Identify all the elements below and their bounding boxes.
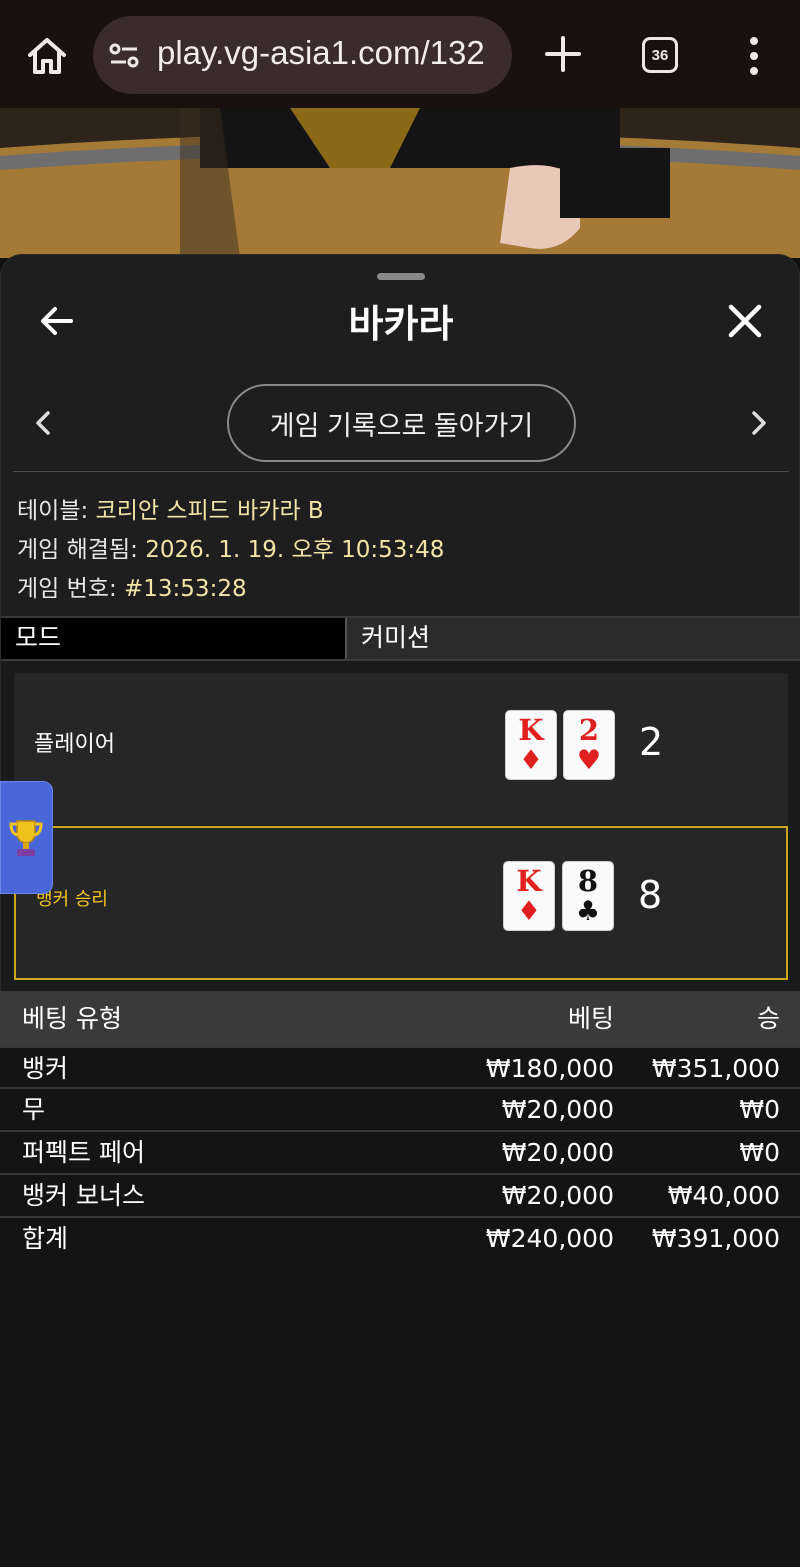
trophy-side-tab[interactable] bbox=[0, 781, 53, 894]
bet-amount-cell: ₩20,000 bbox=[501, 1181, 614, 1210]
win-amount-cell: ₩40,000 bbox=[667, 1181, 780, 1210]
card-rank: 8 bbox=[577, 864, 599, 898]
hands-area: 플레이어 K ♦ 2 ♥ 2 뱅커 승리 K ♦ 8 ♣ 8 bbox=[1, 661, 800, 993]
playing-card: K ♦ bbox=[505, 710, 557, 780]
info-number-value: #13:53:28 bbox=[124, 576, 247, 602]
table-row: 무 ₩20,000 ₩0 bbox=[0, 1089, 800, 1132]
home-icon[interactable] bbox=[24, 33, 70, 79]
sheet-empty-area bbox=[0, 1260, 800, 1567]
bet-type-cell: 뱅커 보너스 bbox=[22, 1181, 145, 1210]
trophy-icon bbox=[9, 820, 43, 856]
table-row: 뱅커 보너스 ₩20,000 ₩40,000 bbox=[0, 1175, 800, 1218]
info-number-line: 게임 번호: #13:53:28 bbox=[17, 569, 247, 603]
info-table-value: 코리안 스피드 바카라 B bbox=[95, 498, 324, 524]
chevron-left-icon[interactable] bbox=[31, 407, 55, 439]
more-vert-icon[interactable] bbox=[742, 36, 766, 76]
browser-toolbar: play.vg-asia1.com/132 36 bbox=[0, 0, 800, 108]
card-suit: ♣ bbox=[575, 896, 601, 927]
playing-card: 8 ♣ bbox=[562, 861, 614, 931]
playing-card: K ♦ bbox=[503, 861, 555, 931]
url-text[interactable]: play.vg-asia1.com/132 bbox=[157, 34, 485, 72]
back-to-history-button[interactable]: 게임 기록으로 돌아가기 bbox=[227, 384, 576, 462]
header-bet-type: 베팅 유형 bbox=[22, 1004, 122, 1033]
address-bar[interactable]: play.vg-asia1.com/132 bbox=[93, 16, 512, 94]
tab-count: 36 bbox=[651, 46, 669, 64]
bet-amount-cell: ₩180,000 bbox=[485, 1054, 614, 1083]
bet-type-cell: 뱅커 bbox=[22, 1054, 69, 1083]
win-amount-cell: ₩0 bbox=[739, 1138, 780, 1167]
header-bet: 베팅 bbox=[567, 1004, 614, 1033]
info-resolved-label: 게임 해결됨: bbox=[17, 537, 138, 563]
win-amount-cell: ₩0 bbox=[739, 1095, 780, 1124]
total-win-cell: ₩391,000 bbox=[651, 1224, 780, 1253]
total-bet-cell: ₩240,000 bbox=[485, 1224, 614, 1253]
win-amount-cell: ₩351,000 bbox=[651, 1054, 780, 1083]
info-table-label: 테이블: bbox=[17, 498, 89, 524]
info-table-line: 테이블: 코리안 스피드 바카라 B bbox=[17, 491, 324, 525]
info-resolved-line: 게임 해결됨: 2026. 1. 19. 오후 10:53:48 bbox=[17, 530, 444, 564]
divider bbox=[13, 471, 789, 472]
close-icon[interactable] bbox=[725, 301, 765, 341]
bet-amount-cell: ₩20,000 bbox=[501, 1138, 614, 1167]
card-rank: 2 bbox=[578, 713, 600, 747]
table-row: 뱅커 ₩180,000 ₩351,000 bbox=[0, 1046, 800, 1089]
header-win: 승 bbox=[756, 1004, 780, 1033]
card-rank: K bbox=[518, 713, 544, 747]
plus-icon[interactable] bbox=[544, 35, 582, 73]
info-resolved-value: 2026. 1. 19. 오후 10:53:48 bbox=[145, 537, 445, 563]
bet-amount-cell: ₩20,000 bbox=[501, 1095, 614, 1124]
banker-total: 8 bbox=[638, 873, 663, 917]
total-label-cell: 합계 bbox=[22, 1224, 69, 1253]
bets-table-header: 베팅 유형 베팅 승 bbox=[0, 991, 800, 1046]
card-suit: ♥ bbox=[576, 745, 602, 776]
player-hand: 플레이어 K ♦ 2 ♥ 2 bbox=[14, 673, 788, 825]
mode-value: 커미션 bbox=[347, 618, 800, 659]
chevron-right-icon[interactable] bbox=[747, 407, 771, 439]
total-row: 합계 ₩240,000 ₩391,000 bbox=[0, 1218, 800, 1261]
drag-handle[interactable] bbox=[377, 273, 425, 280]
card-suit: ♦ bbox=[516, 896, 542, 927]
sheet-title: 바카라 bbox=[348, 302, 454, 346]
bet-type-cell: 무 bbox=[22, 1095, 46, 1124]
info-number-label: 게임 번호: bbox=[17, 576, 117, 602]
player-hand-label: 플레이어 bbox=[34, 732, 115, 757]
bets-table: 베팅 유형 베팅 승 뱅커 ₩180,000 ₩351,000 무 ₩20,00… bbox=[0, 991, 800, 1261]
player-total: 2 bbox=[639, 720, 664, 764]
dealer-table-image bbox=[0, 108, 800, 258]
site-info-icon[interactable] bbox=[109, 42, 139, 70]
playing-card: 2 ♥ bbox=[563, 710, 615, 780]
live-video-feed bbox=[0, 108, 800, 258]
card-rank: K bbox=[516, 864, 542, 898]
mode-row: 모드 커미션 bbox=[1, 616, 800, 661]
tabs-icon[interactable]: 36 bbox=[642, 37, 678, 73]
banker-hand: 뱅커 승리 K ♦ 8 ♣ 8 bbox=[14, 826, 788, 980]
table-row: 퍼펙트 페어 ₩20,000 ₩0 bbox=[0, 1132, 800, 1175]
card-suit: ♦ bbox=[518, 745, 544, 776]
bet-type-cell: 퍼펙트 페어 bbox=[22, 1138, 145, 1167]
mode-label: 모드 bbox=[1, 618, 347, 659]
